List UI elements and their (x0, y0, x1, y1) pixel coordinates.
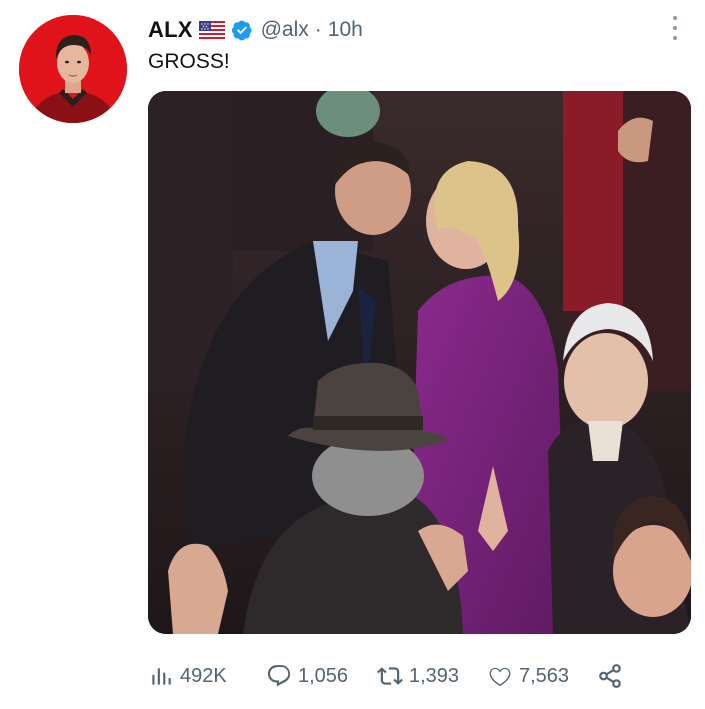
heart-icon (489, 667, 511, 687)
views-icon (152, 668, 171, 685)
reply-icon (267, 665, 291, 687)
more-options-icon[interactable] (665, 14, 685, 42)
verified-badge-icon[interactable] (231, 19, 253, 41)
views-count: 492K (180, 664, 227, 687)
avatar-image (19, 15, 127, 123)
like-count: 7,563 (519, 664, 570, 687)
user-handle[interactable]: @alx (261, 18, 309, 42)
tweet-text: GROSS! (148, 50, 230, 73)
timestamp[interactable]: 10h (328, 18, 363, 42)
tweet-header: ALX @alx · 10h (148, 16, 363, 44)
retweet-button[interactable]: 1,393 (377, 663, 487, 689)
tweet-actions: 492K 1,056 1,393 7,563 (148, 656, 629, 696)
share-button[interactable] (597, 663, 629, 689)
us-flag-icon (198, 21, 225, 39)
retweet-icon (377, 667, 403, 685)
like-button[interactable]: 7,563 (487, 663, 597, 689)
header-separator: · (314, 18, 322, 41)
views-button[interactable]: 492K (148, 663, 266, 689)
avatar[interactable] (19, 15, 127, 123)
display-name[interactable]: ALX (148, 17, 193, 43)
retweet-count: 1,393 (409, 664, 460, 687)
reply-button[interactable]: 1,056 (266, 663, 377, 689)
reply-count: 1,056 (298, 664, 349, 687)
photo-image (148, 91, 691, 634)
share-icon (599, 664, 621, 688)
tweet-photo[interactable] (148, 91, 691, 634)
